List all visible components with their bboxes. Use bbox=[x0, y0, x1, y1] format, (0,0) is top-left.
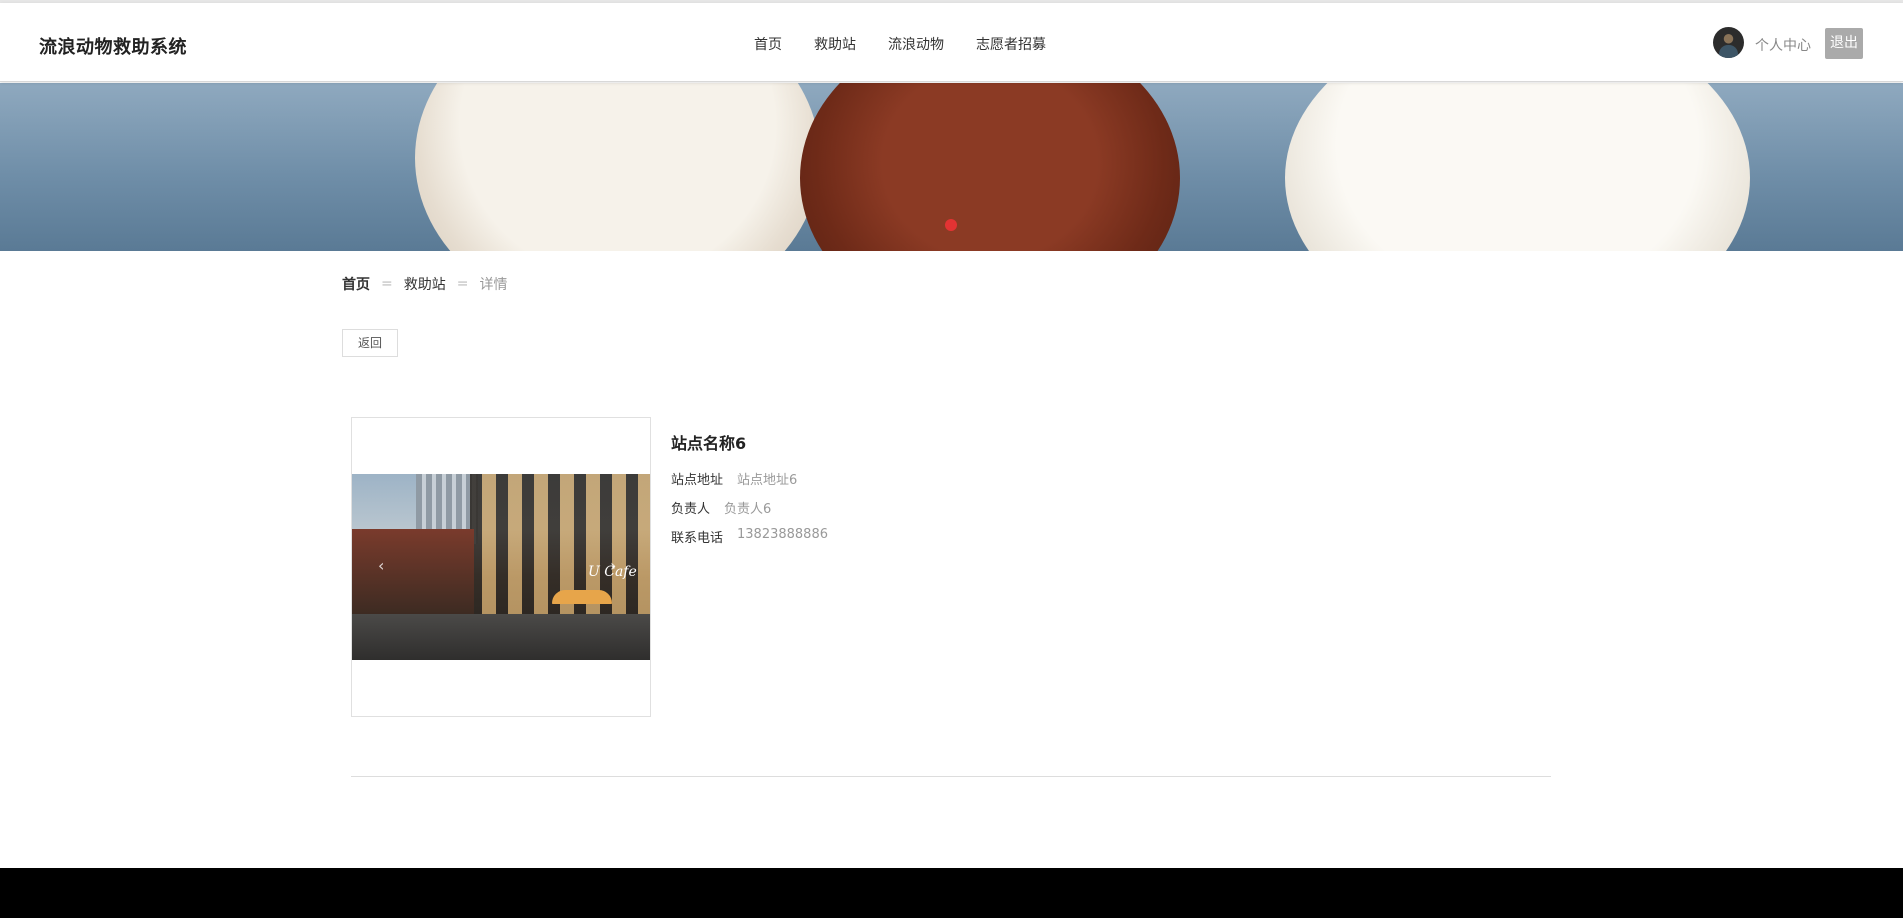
address-row: 站点地址 站点地址6 bbox=[671, 469, 828, 488]
carousel-indicator-dot[interactable] bbox=[945, 219, 957, 231]
breadcrumb-separator: = bbox=[456, 276, 469, 292]
avatar[interactable] bbox=[1713, 27, 1744, 58]
banner-white-dog-right bbox=[1285, 83, 1750, 251]
nav-item-rescue-station[interactable]: 救助站 bbox=[814, 34, 856, 54]
station-info: 站点名称6 站点地址 站点地址6 负责人 负责人6 联系电话 138238888… bbox=[671, 430, 828, 556]
logout-button[interactable]: 退出 bbox=[1825, 28, 1863, 59]
address-label: 站点地址 bbox=[671, 473, 724, 488]
photo-umbrella bbox=[552, 590, 612, 604]
main-nav: 首页 救助站 流浪动物 志愿者招募 bbox=[754, 34, 1078, 54]
station-photo: U Cafe ‹ › bbox=[352, 474, 650, 660]
photo-next-arrow-icon[interactable]: › bbox=[610, 556, 616, 575]
breadcrumb-current: 详情 bbox=[479, 277, 508, 293]
breadcrumb-rescue-station[interactable]: 救助站 bbox=[404, 274, 446, 294]
photo-storefront bbox=[352, 529, 474, 614]
station-photo-frame: U Cafe ‹ › bbox=[351, 417, 651, 717]
nav-item-home[interactable]: 首页 bbox=[754, 34, 782, 54]
breadcrumb: 首页 = 救助站 = 详情 bbox=[342, 274, 507, 294]
station-name: 站点名称6 bbox=[671, 434, 747, 453]
nav-item-volunteer-recruitment[interactable]: 志愿者招募 bbox=[976, 34, 1046, 54]
breadcrumb-home[interactable]: 首页 bbox=[342, 274, 370, 294]
banner-brown-dog bbox=[800, 83, 1180, 251]
back-button[interactable]: 返回 bbox=[342, 329, 398, 357]
user-center-link[interactable]: 个人中心 bbox=[1755, 35, 1811, 55]
site-logo[interactable]: 流浪动物救助系统 bbox=[39, 33, 187, 59]
manager-value: 负责人6 bbox=[724, 502, 772, 517]
content-divider bbox=[351, 776, 1551, 777]
banner-white-dog-left bbox=[415, 83, 820, 251]
phone-label: 联系电话 bbox=[671, 531, 724, 546]
nav-item-stray-animals[interactable]: 流浪动物 bbox=[888, 34, 944, 54]
phone-row: 联系电话 13823888886 bbox=[671, 527, 828, 546]
address-value: 站点地址6 bbox=[737, 473, 798, 488]
photo-ground bbox=[352, 614, 650, 660]
manager-label: 负责人 bbox=[671, 502, 711, 517]
phone-value: 13823888886 bbox=[737, 527, 828, 542]
manager-row: 负责人 负责人6 bbox=[671, 498, 828, 517]
site-footer bbox=[0, 868, 1903, 918]
breadcrumb-separator: = bbox=[381, 276, 393, 292]
photo-prev-arrow-icon[interactable]: ‹ bbox=[378, 556, 384, 575]
site-header: 流浪动物救助系统 首页 救助站 流浪动物 志愿者招募 个人中心 退出 bbox=[0, 3, 1903, 82]
